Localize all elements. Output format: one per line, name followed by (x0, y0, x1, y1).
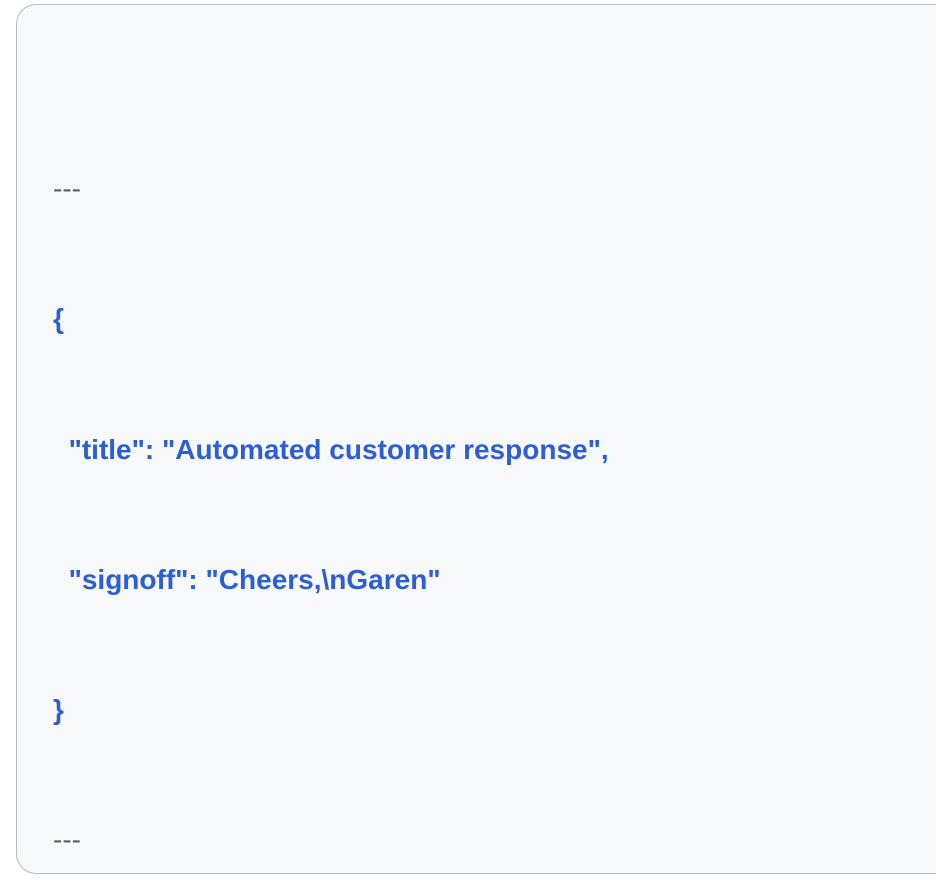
json-brace-close: } (53, 688, 916, 731)
code-content: --- { "title": "Automated customer respo… (53, 37, 916, 874)
json-title-line: "title": "Automated customer response", (53, 428, 916, 471)
json-brace-open: { (53, 297, 916, 340)
json-signoff-line: "signoff": "Cheers,\nGaren" (53, 558, 916, 601)
code-panel: --- { "title": "Automated customer respo… (16, 4, 936, 874)
frontmatter-open-fence: --- (53, 167, 916, 210)
frontmatter-close-fence: --- (53, 818, 916, 861)
